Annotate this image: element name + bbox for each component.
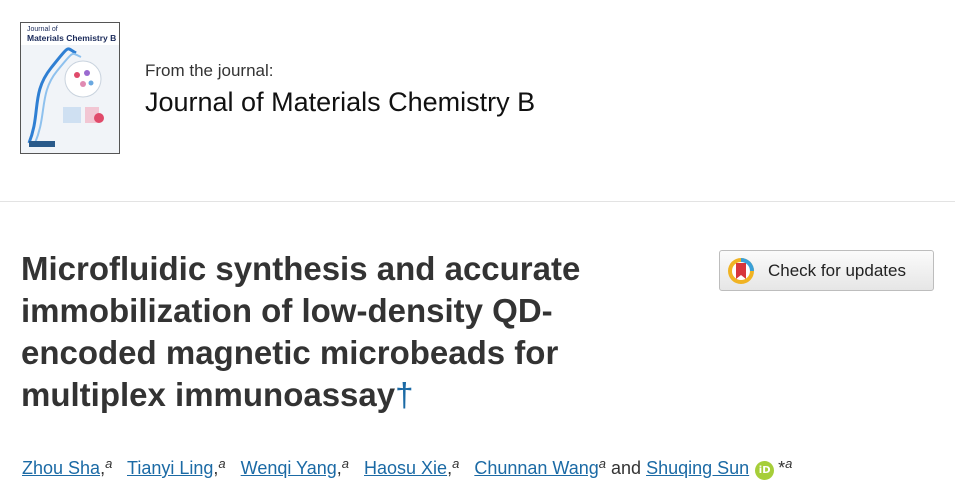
- supplementary-info-link[interactable]: †: [395, 376, 413, 413]
- and-conjunction: and: [611, 458, 642, 478]
- affiliation-marker: a: [785, 456, 793, 471]
- author-link[interactable]: Chunnan Wang: [474, 458, 598, 478]
- cover-title-line2: Materials Chemistry B: [27, 33, 117, 43]
- author-link[interactable]: Haosu Xie: [364, 458, 447, 478]
- affiliation-marker: a: [218, 456, 226, 471]
- journal-cover-image[interactable]: Journal of Materials Chemistry B: [20, 22, 120, 154]
- author-link[interactable]: Shuqing Sun: [646, 458, 749, 478]
- author-list: Zhou Sha,a Tianyi Ling,a Wenqi Yang,a Ha…: [22, 456, 792, 480]
- check-for-updates-button[interactable]: Check for updates: [719, 250, 934, 291]
- author-link[interactable]: Zhou Sha: [22, 458, 100, 478]
- article-title-text: Microfluidic synthesis and accurate immo…: [21, 250, 581, 413]
- check-for-updates-label: Check for updates: [768, 260, 906, 280]
- orcid-icon[interactable]: iD: [755, 461, 775, 480]
- journal-name-link[interactable]: Journal of Materials Chemistry B: [145, 87, 535, 118]
- article-title: Microfluidic synthesis and accurate immo…: [21, 248, 661, 416]
- affiliation-marker: a: [598, 456, 606, 471]
- author-link[interactable]: Tianyi Ling: [127, 458, 213, 478]
- affiliation-marker: a: [452, 456, 460, 471]
- header-divider: [0, 201, 955, 202]
- cover-title-line1: Journal of: [27, 26, 58, 33]
- author-link[interactable]: Wenqi Yang: [241, 458, 337, 478]
- from-journal-label: From the journal:: [145, 61, 274, 80]
- cover-title: Journal of Materials Chemistry B: [27, 26, 116, 44]
- crossmark-icon: [728, 257, 754, 284]
- affiliation-marker: a: [105, 456, 113, 471]
- affiliation-marker: a: [341, 456, 349, 471]
